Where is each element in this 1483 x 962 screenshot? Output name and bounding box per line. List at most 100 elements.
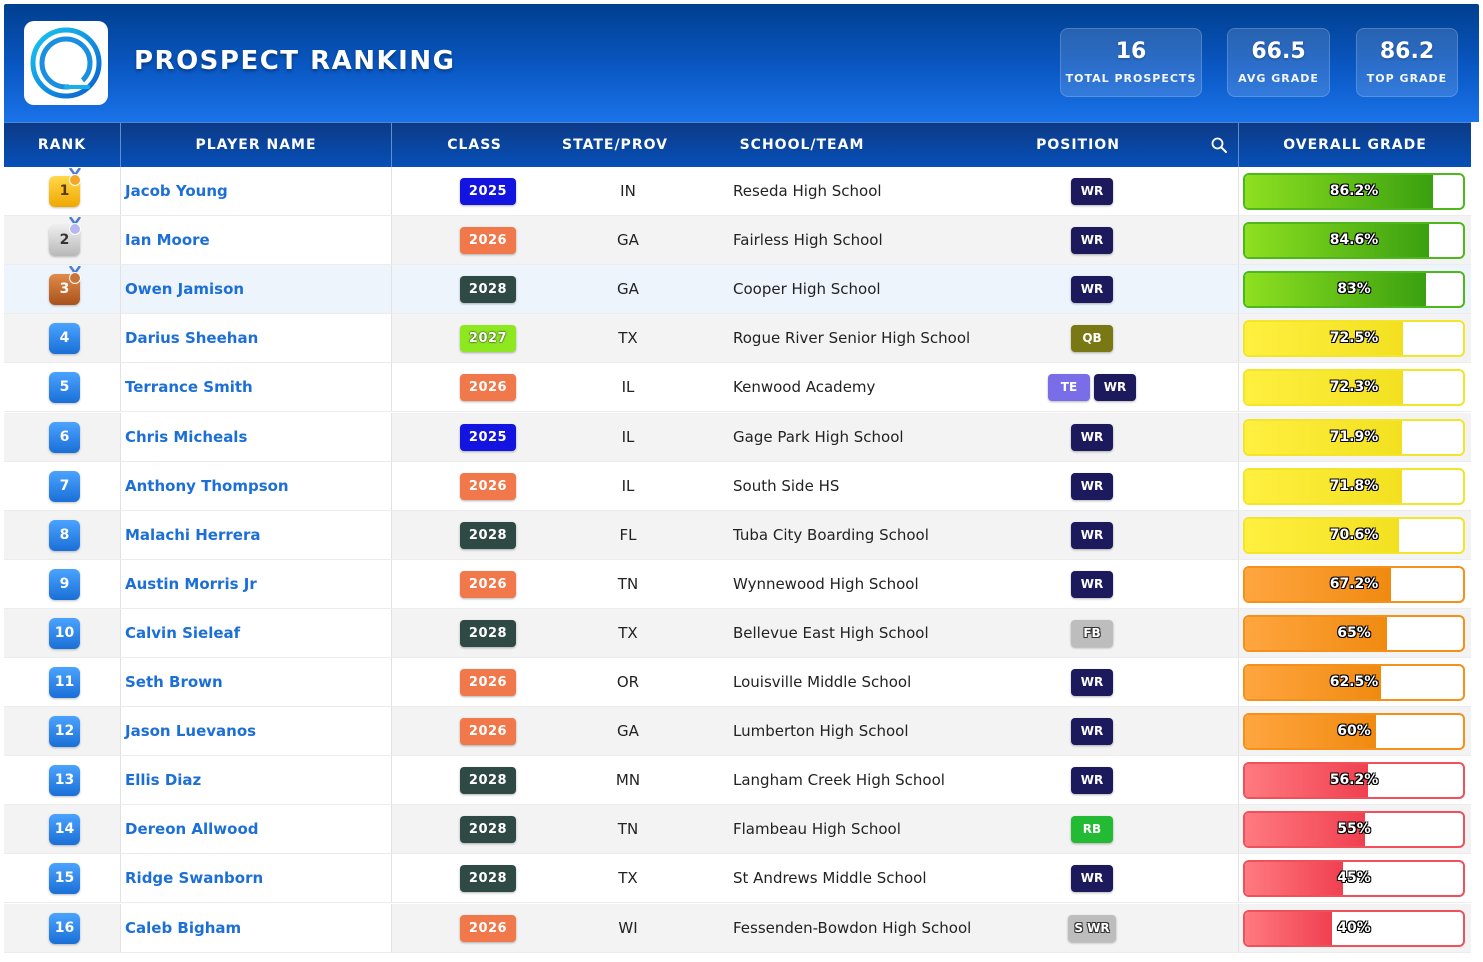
column-divider xyxy=(1238,658,1239,706)
stat-total-prospects: 16 TOTAL PROSPECTS xyxy=(1060,28,1202,97)
column-header-class[interactable]: CLASS xyxy=(391,123,557,168)
table-row[interactable]: 11 Seth Brown 2026 OR Louisville Middle Scho… xyxy=(4,658,1471,707)
column-header-player[interactable]: PLAYER NAME xyxy=(120,123,391,168)
position-cell: S WR xyxy=(972,904,1212,952)
position-cell: TE WR xyxy=(972,363,1212,411)
column-header-position[interactable]: POSITION xyxy=(994,123,1162,168)
player-name-link[interactable]: Ellis Diaz xyxy=(125,756,201,804)
state-cell: GA xyxy=(617,231,639,249)
search-icon[interactable] xyxy=(1210,136,1228,154)
column-divider xyxy=(391,363,392,411)
class-badge: 2026 xyxy=(460,571,516,598)
school-cell: Fessenden-Bowdon High School xyxy=(733,919,972,937)
medal-icon xyxy=(68,266,82,284)
rank-badge: 14 xyxy=(49,814,80,845)
grade-bar: 86.2% xyxy=(1243,173,1465,210)
table-row[interactable]: 4 Darius Sheehan 2027 TX Rogue River Senior … xyxy=(4,314,1471,363)
table-row[interactable]: 13 Ellis Diaz 2028 MN Langham Creek High Sch… xyxy=(4,756,1471,805)
player-name-link[interactable]: Calvin Sieleaf xyxy=(125,609,240,657)
rank-badge: 9 xyxy=(49,569,80,600)
state-cell: IL xyxy=(621,477,635,495)
school-cell: Bellevue East High School xyxy=(733,624,929,642)
player-name-link[interactable]: Terrance Smith xyxy=(125,363,253,411)
column-divider xyxy=(391,805,392,853)
player-name-link[interactable]: Ian Moore xyxy=(125,216,210,264)
class-badge: 2028 xyxy=(460,865,516,892)
table-row[interactable]: 9 Austin Morris Jr 2026 TN Wynnewood High Sc… xyxy=(4,560,1471,609)
stat-top-grade: 86.2 TOP GRADE xyxy=(1356,28,1458,97)
position-badge: WR xyxy=(1071,669,1113,696)
column-header-school[interactable]: SCHOOL/TEAM xyxy=(704,123,900,168)
state-cell: IN xyxy=(620,182,636,200)
state-cell: TN xyxy=(617,820,639,838)
position-cell: WR xyxy=(972,560,1212,608)
rank-badge: 13 xyxy=(49,765,80,796)
table-row[interactable]: 15 Ridge Swanborn 2028 TX St Andrews Middle … xyxy=(4,854,1471,903)
table-row[interactable]: 14 Dereon Allwood 2028 TN Flambeau High Scho… xyxy=(4,805,1471,854)
rank-badge: 10 xyxy=(49,618,80,649)
position-cell: WR xyxy=(972,658,1212,706)
column-divider xyxy=(391,216,392,264)
grade-value: 67.2% xyxy=(1329,576,1379,592)
grade-bar: 83% xyxy=(1243,271,1465,308)
column-header-rank[interactable]: RANK xyxy=(4,123,120,168)
column-divider xyxy=(391,854,392,902)
table-row[interactable]: 2 Ian Moore 2026 GA Fairless High School WR 84… xyxy=(4,216,1471,265)
logo xyxy=(24,21,108,105)
column-divider xyxy=(1238,462,1239,510)
column-divider xyxy=(120,658,121,706)
player-name-link[interactable]: Darius Sheehan xyxy=(125,314,258,362)
column-divider xyxy=(391,560,392,608)
table-row[interactable]: 12 Jason Luevanos 2026 GA Lumberton High Sch… xyxy=(4,707,1471,756)
position-cell: WR xyxy=(972,756,1212,804)
player-name-link[interactable]: Ridge Swanborn xyxy=(125,854,263,902)
player-name-link[interactable]: Malachi Herrera xyxy=(125,511,260,559)
position-badge: S WR xyxy=(1068,915,1116,942)
state-cell: GA xyxy=(617,722,639,740)
table-row[interactable]: 8 Malachi Herrera 2028 FL Tuba City Boarding… xyxy=(4,511,1471,560)
column-header-grade[interactable]: OVERALL GRADE xyxy=(1238,123,1471,168)
table-row[interactable]: 1 Jacob Young 2025 IN Reseda High School WR 86… xyxy=(4,167,1471,216)
class-badge: 2028 xyxy=(460,767,516,794)
table-row[interactable]: 3 Owen Jamison 2028 GA Cooper High School WR 8… xyxy=(4,265,1471,314)
column-divider xyxy=(391,167,392,215)
medal-icon xyxy=(68,217,82,235)
rank-badge: 12 xyxy=(49,716,80,747)
player-name-link[interactable]: Caleb Bigham xyxy=(125,904,241,952)
position-badge: WR xyxy=(1094,374,1136,401)
column-divider xyxy=(120,756,121,804)
class-badge: 2027 xyxy=(460,325,516,352)
player-name-link[interactable]: Jason Luevanos xyxy=(125,707,256,755)
column-divider xyxy=(1238,265,1239,313)
column-divider xyxy=(391,609,392,657)
column-header-state[interactable]: STATE/PROV xyxy=(557,123,673,168)
player-name-link[interactable]: Jacob Young xyxy=(125,167,228,215)
player-name-link[interactable]: Seth Brown xyxy=(125,658,223,706)
player-name-link[interactable]: Owen Jamison xyxy=(125,265,244,313)
player-name-link[interactable]: Austin Morris Jr xyxy=(125,560,257,608)
school-cell: Rogue River Senior High School xyxy=(733,329,971,347)
column-divider xyxy=(1238,756,1239,804)
player-name-link[interactable]: Dereon Allwood xyxy=(125,805,259,853)
table-row[interactable]: 6 Chris Micheals 2025 IL Gage Park High Scho… xyxy=(4,413,1471,462)
player-name-link[interactable]: Anthony Thompson xyxy=(125,462,289,510)
rank-badge: 16 xyxy=(49,913,80,944)
column-divider xyxy=(391,707,392,755)
column-divider xyxy=(1238,363,1239,411)
grade-value: 40% xyxy=(1337,920,1371,936)
grade-bar: 71.9% xyxy=(1243,419,1465,456)
player-name-link[interactable]: Chris Micheals xyxy=(125,413,247,461)
rank-badge: 6 xyxy=(49,422,80,453)
table-row[interactable]: 5 Terrance Smith 2026 IL Kenwood Academy TE WR… xyxy=(4,363,1471,412)
rank-badge: 11 xyxy=(49,667,80,698)
position-badge: WR xyxy=(1071,865,1113,892)
stat-value: 86.2 xyxy=(1379,39,1435,64)
stat-avg-grade: 66.5 AVG GRADE xyxy=(1227,28,1330,97)
table-row[interactable]: 16 Caleb Bigham 2026 WI Fessenden-Bowdon Hig… xyxy=(4,904,1471,953)
prospect-ranking-app: PROSPECT RANKING 16 TOTAL PROSPECTS 66.5… xyxy=(4,4,1479,958)
grade-value: 62.5% xyxy=(1329,674,1379,690)
table-row[interactable]: 7 Anthony Thompson 2026 IL South Side HS WR 71… xyxy=(4,462,1471,511)
table-row[interactable]: 10 Calvin Sieleaf 2028 TX Bellevue East High… xyxy=(4,609,1471,658)
grade-bar: 67.2% xyxy=(1243,566,1465,603)
column-divider xyxy=(391,265,392,313)
